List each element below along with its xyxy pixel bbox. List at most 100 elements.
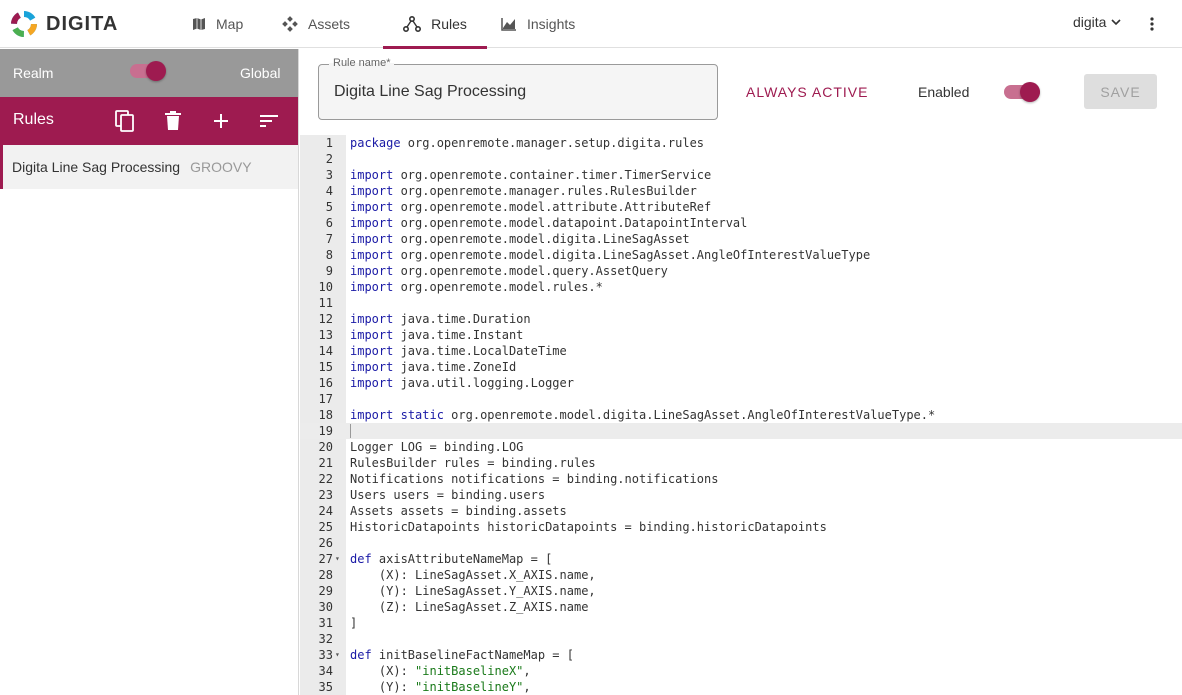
line-number: 6 — [325, 216, 333, 230]
code-line[interactable]: 31] — [300, 615, 1182, 631]
nav-assets[interactable]: Assets — [268, 0, 383, 48]
code-line[interactable]: 10 import org.openremote.model.rules.* — [300, 279, 1182, 295]
line-number: 12 — [318, 312, 333, 326]
code-line[interactable]: 6 import org.openremote.model.datapoint.D… — [300, 215, 1182, 231]
realm-global-toggle[interactable] — [130, 61, 166, 81]
code-line[interactable]: 7 import org.openremote.model.digita.Line… — [300, 231, 1182, 247]
code-line[interactable]: 26 — [300, 535, 1182, 551]
more-vert-icon[interactable] — [1142, 13, 1162, 35]
code-text: package org.openremote.manager.setup.dig… — [350, 136, 705, 150]
code-line[interactable]: 11 — [300, 295, 1182, 311]
rule-list-item[interactable]: Digita Line Sag Processing GROOVY — [0, 145, 298, 189]
enabled-toggle[interactable] — [1004, 82, 1040, 102]
code-line[interactable]: 4 import org.openremote.manager.rules.Rul… — [300, 183, 1182, 199]
code-line[interactable]: 13 import java.time.Instant — [300, 327, 1182, 343]
code-line[interactable]: 5 import org.openremote.model.attribute.A… — [300, 199, 1182, 215]
code-line[interactable]: 24 Assets assets = binding.assets — [300, 503, 1182, 519]
code-line[interactable]: 15 import java.time.ZoneId — [300, 359, 1182, 375]
line-number: 8 — [325, 248, 333, 262]
line-number: 18 — [318, 408, 333, 422]
code-text: import java.time.Duration — [350, 312, 531, 326]
rule-name-field[interactable]: Rule name* Digita Line Sag Processing — [318, 57, 718, 120]
logo[interactable]: DIGITA — [10, 10, 118, 38]
line-number: 13 — [318, 328, 333, 342]
line-number: 14 — [318, 344, 333, 358]
code-line[interactable]: 16 import java.util.logging.Logger — [300, 375, 1182, 391]
code-line[interactable]: 18 import static org.openremote.model.dig… — [300, 407, 1182, 423]
add-icon[interactable] — [209, 109, 233, 133]
line-number: 25 — [318, 520, 333, 534]
code-line[interactable]: 23 Users users = binding.users — [300, 487, 1182, 503]
code-text: import java.time.Instant — [350, 328, 524, 342]
rule-list-item-name: Digita Line Sag Processing — [12, 159, 181, 175]
rule-form: Rule name* Digita Line Sag Processing AL… — [300, 49, 1182, 135]
code-line[interactable]: 30 (Z): LineSagAsset.Z_AXIS.name — [300, 599, 1182, 615]
delete-icon[interactable] — [161, 109, 185, 133]
line-number: 34 — [318, 664, 333, 678]
code-line[interactable]: 19 — [300, 423, 1182, 439]
line-number: 33 — [318, 648, 333, 662]
line-number: 4 — [325, 184, 333, 198]
code-editor[interactable]: 1 package org.openremote.manager.setup.di… — [300, 135, 1182, 695]
code-line[interactable]: 22 Notifications notifications = binding.… — [300, 471, 1182, 487]
nav-insights[interactable]: Insights — [487, 0, 597, 48]
code-line[interactable]: 32 — [300, 631, 1182, 647]
code-line[interactable]: 9 import org.openremote.model.query.Asset… — [300, 263, 1182, 279]
line-number: 9 — [325, 264, 333, 278]
line-number: 17 — [318, 392, 333, 406]
code-line[interactable]: 8 import org.openremote.model.digita.Line… — [300, 247, 1182, 263]
code-line[interactable]: 20 Logger LOG = binding.LOG — [300, 439, 1182, 455]
code-line[interactable]: 28 (X): LineSagAsset.X_AXIS.name, — [300, 567, 1182, 583]
always-active-button[interactable]: ALWAYS ACTIVE — [746, 84, 868, 100]
code-line[interactable]: 25 HistoricDatapoints historicDatapoints … — [300, 519, 1182, 535]
chevron-down-icon — [1110, 16, 1122, 28]
code-line[interactable]: 29 (Y): LineSagAsset.Y_AXIS.name, — [300, 583, 1182, 599]
code-text: Assets assets = binding.assets — [350, 504, 567, 518]
line-number: 22 — [318, 472, 333, 486]
line-number: 29 — [318, 584, 333, 598]
rule-list-item-lang: GROOVY — [190, 159, 252, 175]
save-button[interactable]: SAVE — [1084, 74, 1157, 109]
line-number: 2 — [325, 152, 333, 166]
code-text: import java.time.ZoneId — [350, 360, 517, 374]
nav-assets-label: Assets — [308, 16, 351, 32]
global-label: Global — [240, 65, 281, 81]
line-number: 27 — [318, 552, 333, 566]
fold-arrow-icon[interactable]: ▾ — [335, 551, 340, 567]
code-text: import java.util.logging.Logger — [350, 376, 574, 390]
code-text: import org.openremote.model.attribute.At… — [350, 200, 712, 214]
map-icon — [192, 17, 206, 31]
line-number: 32 — [318, 632, 333, 646]
code-line[interactable]: 2 — [300, 151, 1182, 167]
line-number: 30 — [318, 600, 333, 614]
code-text: import org.openremote.model.rules.* — [350, 280, 603, 294]
code-text: (Z): LineSagAsset.Z_AXIS.name — [350, 600, 589, 614]
code-line[interactable]: 27 ▾ def axisAttributeNameMap = [ — [300, 551, 1182, 567]
code-text: ] — [350, 616, 358, 630]
code-line[interactable]: 17 — [300, 391, 1182, 407]
code-line[interactable]: 3 import org.openremote.container.timer.T… — [300, 167, 1182, 183]
main-nav: Map Assets Rules Insights — [178, 0, 597, 49]
copy-icon[interactable] — [113, 109, 137, 133]
code-line[interactable]: 21 RulesBuilder rules = binding.rules — [300, 455, 1182, 471]
code-line[interactable]: 35 (Y): "initBaselineY", — [300, 679, 1182, 695]
text-cursor — [350, 424, 351, 438]
nav-map[interactable]: Map — [178, 0, 268, 48]
enabled-label: Enabled — [918, 84, 970, 100]
fold-arrow-icon[interactable]: ▾ — [335, 647, 340, 663]
code-text: def axisAttributeNameMap = [ — [350, 552, 553, 566]
code-text: import org.openremote.model.digita.LineS… — [350, 232, 690, 246]
code-line[interactable]: 33 ▾ def initBaselineFactNameMap = [ — [300, 647, 1182, 663]
line-number: 31 — [318, 616, 333, 630]
code-text: import static org.openremote.model.digit… — [350, 408, 936, 422]
line-number: 11 — [318, 296, 333, 310]
nav-rules[interactable]: Rules — [383, 0, 487, 49]
code-line[interactable]: 14 import java.time.LocalDateTime — [300, 343, 1182, 359]
code-line[interactable]: 34 (X): "initBaselineX", — [300, 663, 1182, 679]
user-menu[interactable]: digita — [1073, 14, 1122, 30]
sort-icon[interactable] — [257, 109, 281, 133]
code-line[interactable]: 12 import java.time.Duration — [300, 311, 1182, 327]
code-line[interactable]: 1 package org.openremote.manager.setup.di… — [300, 135, 1182, 151]
code-text: (Y): "initBaselineY", — [350, 680, 531, 694]
code-text: Users users = binding.users — [350, 488, 546, 502]
